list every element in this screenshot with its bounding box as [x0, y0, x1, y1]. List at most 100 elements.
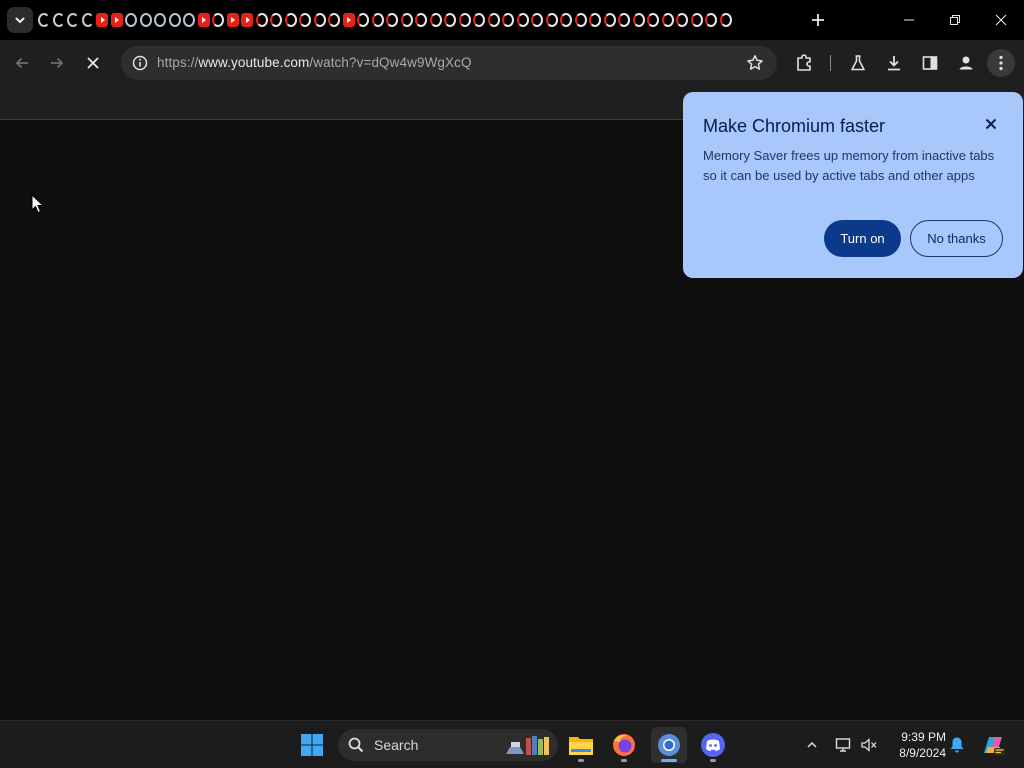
- close-icon: [87, 57, 99, 69]
- loading-spinner-icon[interactable]: [81, 13, 94, 27]
- chevron-up-icon: [807, 741, 817, 748]
- loading-spinner-icon[interactable]: [487, 13, 500, 27]
- tab-strip: [0, 0, 1024, 40]
- windows-taskbar: Search 9:39 PM 8/9/2024: [0, 720, 1024, 768]
- loading-spinner-icon[interactable]: [299, 13, 311, 27]
- loading-spinner-icon[interactable]: [705, 13, 717, 27]
- address-bar[interactable]: https://www.youtube.com/watch?v=dQw4w9Wg…: [121, 46, 777, 80]
- youtube-favicon-icon[interactable]: [197, 13, 210, 27]
- system-clock[interactable]: 9:39 PM 8/9/2024: [886, 729, 946, 761]
- start-button[interactable]: [294, 727, 330, 763]
- stop-loading-button[interactable]: [79, 49, 107, 77]
- profile-button[interactable]: [952, 49, 980, 77]
- loading-spinner-icon[interactable]: [255, 13, 268, 27]
- globe-favicon-icon[interactable]: [183, 13, 195, 27]
- close-icon: [995, 14, 1007, 26]
- copilot-button[interactable]: [978, 731, 1008, 759]
- loading-spinner-icon[interactable]: [531, 13, 543, 27]
- no-thanks-button[interactable]: No thanks: [910, 220, 1003, 257]
- loading-spinner-icon[interactable]: [429, 13, 442, 27]
- loading-spinner-icon[interactable]: [647, 13, 659, 27]
- youtube-favicon-icon[interactable]: [96, 13, 108, 27]
- download-icon: [888, 56, 900, 71]
- url-scheme: https://: [157, 55, 199, 70]
- youtube-favicon-icon[interactable]: [226, 13, 239, 27]
- memory-saver-promo: Make Chromium faster Memory Saver frees …: [683, 92, 1023, 278]
- globe-favicon-icon[interactable]: [168, 13, 181, 27]
- globe-favicon-icon[interactable]: [139, 13, 152, 27]
- loading-spinner-icon[interactable]: [690, 13, 703, 27]
- youtube-favicon-icon[interactable]: [241, 13, 253, 27]
- minimize-button[interactable]: [886, 0, 932, 40]
- loading-spinner-icon[interactable]: [589, 13, 601, 27]
- loading-spinner-icon[interactable]: [38, 13, 50, 27]
- downloads-button[interactable]: [880, 49, 908, 77]
- file-explorer-button[interactable]: [563, 727, 599, 763]
- extensions-button[interactable]: [790, 49, 818, 77]
- loading-spinner-icon[interactable]: [371, 13, 384, 27]
- star-icon: [747, 55, 763, 70]
- loading-spinner-icon[interactable]: [313, 13, 326, 27]
- running-indicator: [710, 759, 716, 762]
- discord-icon: [701, 733, 725, 757]
- restore-button[interactable]: [932, 0, 978, 40]
- network-button[interactable]: [831, 731, 857, 759]
- loading-spinner-icon[interactable]: [52, 13, 65, 27]
- loading-spinner-icon[interactable]: [719, 13, 732, 27]
- loading-spinner-icon[interactable]: [516, 13, 529, 27]
- loading-spinner-icon[interactable]: [632, 13, 645, 27]
- loading-spinner-icon[interactable]: [676, 13, 688, 27]
- site-info-button[interactable]: [128, 51, 152, 75]
- tab-search-button[interactable]: [7, 7, 33, 33]
- side-panel-button[interactable]: [916, 49, 944, 77]
- browser-menu-button[interactable]: [987, 49, 1015, 77]
- arrow-left-icon: [15, 57, 28, 69]
- turn-on-button[interactable]: Turn on: [824, 220, 901, 257]
- globe-favicon-icon[interactable]: [154, 13, 166, 27]
- firefox-button[interactable]: [606, 727, 642, 763]
- loading-spinner-icon[interactable]: [415, 13, 427, 27]
- puzzle-icon: [797, 54, 811, 71]
- back-button[interactable]: [8, 49, 36, 77]
- chromium-icon: [658, 734, 680, 756]
- running-indicator: [578, 759, 584, 762]
- loading-spinner-icon[interactable]: [212, 13, 224, 27]
- close-window-button[interactable]: [978, 0, 1024, 40]
- bookmark-button[interactable]: [743, 51, 767, 75]
- globe-favicon-icon[interactable]: [125, 13, 137, 27]
- new-tab-button[interactable]: [806, 8, 830, 32]
- loading-spinner-icon[interactable]: [444, 13, 456, 27]
- chromium-button[interactable]: [651, 727, 687, 763]
- loading-spinner-icon[interactable]: [458, 13, 471, 27]
- show-hidden-icons-button[interactable]: [799, 731, 825, 759]
- promo-close-button[interactable]: [979, 112, 1003, 136]
- forward-button[interactable]: [43, 49, 71, 77]
- discord-button[interactable]: [695, 727, 731, 763]
- loading-spinner-icon[interactable]: [618, 13, 630, 27]
- loading-spinner-icon[interactable]: [328, 13, 340, 27]
- loading-spinner-icon[interactable]: [400, 13, 413, 27]
- loading-spinner-icon[interactable]: [603, 13, 616, 27]
- loading-spinner-icon[interactable]: [473, 13, 485, 27]
- loading-spinner-icon[interactable]: [270, 13, 282, 27]
- labs-button[interactable]: [844, 49, 872, 77]
- loading-spinner-icon[interactable]: [386, 13, 398, 27]
- notifications-button[interactable]: [944, 731, 970, 759]
- volume-button[interactable]: [856, 731, 882, 759]
- youtube-favicon-icon[interactable]: [342, 13, 355, 27]
- loading-spinner-icon[interactable]: [357, 13, 369, 27]
- loading-spinner-icon[interactable]: [502, 13, 514, 27]
- loading-spinner-icon[interactable]: [545, 13, 558, 27]
- loading-spinner-icon[interactable]: [67, 13, 79, 27]
- loading-spinner-icon[interactable]: [661, 13, 674, 27]
- person-icon: [959, 56, 973, 70]
- loading-spinner-icon[interactable]: [284, 13, 297, 27]
- taskbar-search[interactable]: Search: [338, 729, 558, 761]
- loading-spinner-icon[interactable]: [574, 13, 587, 27]
- tab-list[interactable]: [38, 12, 770, 28]
- copilot-icon: [984, 737, 1005, 755]
- url-text[interactable]: https://www.youtube.com/watch?v=dQw4w9Wg…: [157, 55, 472, 70]
- loading-spinner-icon[interactable]: [560, 13, 572, 27]
- search-label: Search: [374, 737, 419, 753]
- youtube-favicon-icon[interactable]: [110, 13, 123, 27]
